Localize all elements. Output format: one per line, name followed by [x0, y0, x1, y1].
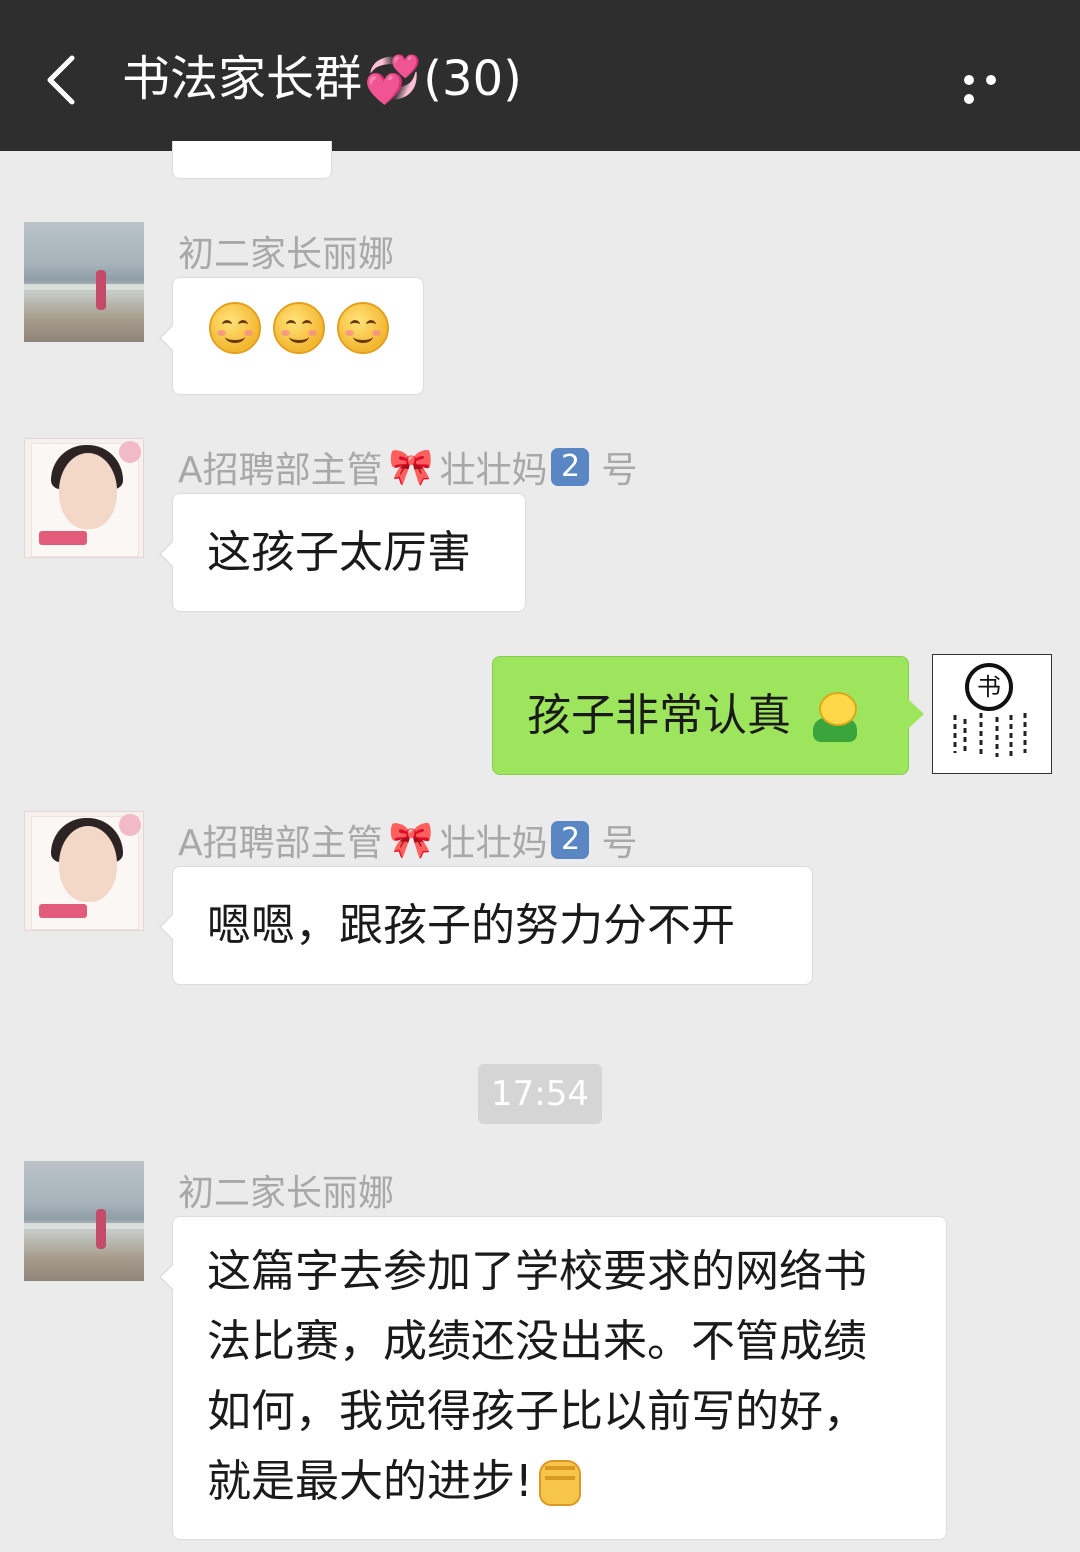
- chat-title: 书法家长群 💞 (30): [122, 46, 522, 112]
- member-count: (30): [423, 51, 522, 107]
- avatar[interactable]: [24, 811, 144, 931]
- number-badge: 2: [551, 448, 590, 486]
- previous-message-bubble: [172, 141, 332, 179]
- message-bubble[interactable]: 这篇字去参加了学校要求的网络书 法比赛，成绩还没出来。不管成绩 如何，我觉得孩子…: [159, 1216, 947, 1540]
- message-bubble[interactable]: 嗯嗯，跟孩子的努力分不开: [159, 866, 813, 985]
- avatar[interactable]: [24, 1161, 144, 1281]
- more-dots-icon[interactable]: [964, 70, 1024, 104]
- green-smiley-icon: [811, 692, 859, 744]
- sender-suffix: 号: [601, 450, 638, 491]
- two-hearts-icon: 💞: [364, 52, 422, 106]
- sender-nickname: 壮壮妈: [439, 450, 548, 491]
- message-bubble[interactable]: [159, 277, 424, 395]
- smiling-face-icon: [337, 302, 389, 354]
- timestamp: 17:54: [478, 1064, 602, 1124]
- smiling-face-icon: [273, 302, 325, 354]
- raised-fist-icon: [537, 1456, 585, 1508]
- message-line: 法比赛，成绩还没出来。不管成绩: [207, 1316, 867, 1367]
- message-text: 孩子非常认真: [527, 690, 791, 741]
- message-bubble-outgoing[interactable]: 孩子非常认真: [492, 656, 924, 775]
- message-line: 这篇字去参加了学校要求的网络书: [207, 1246, 867, 1297]
- sender-name: 初二家长丽娜: [178, 234, 395, 275]
- message-line: 如何，我觉得孩子比以前写的好，: [207, 1386, 867, 1437]
- my-avatar[interactable]: 书: [932, 654, 1052, 774]
- sender-name: A招聘部主管 🎀 壮壮妈 2 号: [178, 441, 638, 493]
- ribbon-icon: 🎀: [388, 447, 434, 488]
- avatar[interactable]: [24, 222, 144, 342]
- calligraphy-seal-icon: 书: [965, 663, 1013, 711]
- message-line-last: 就是最大的进步!: [207, 1447, 946, 1517]
- chat-header: 书法家长群 💞 (30): [0, 0, 1080, 151]
- avatar[interactable]: [24, 438, 144, 558]
- number-badge: 2: [551, 821, 590, 859]
- message-bubble[interactable]: 这孩子太厉害: [159, 493, 526, 612]
- sender-nickname: 壮壮妈: [439, 823, 548, 864]
- message-text: 这孩子太厉害: [207, 527, 471, 578]
- sender-title: A招聘部主管: [178, 823, 383, 864]
- ribbon-icon: 🎀: [388, 820, 434, 861]
- message-text: 嗯嗯，跟孩子的努力分不开: [207, 900, 735, 951]
- sender-title: A招聘部主管: [178, 450, 383, 491]
- calligraphy-strokes: [953, 713, 1027, 757]
- chevron-left-icon[interactable]: [38, 52, 94, 108]
- message-list[interactable]: 初二家长丽娜 A招聘部主管 🎀 壮壮妈 2 号 这孩子太厉害 孩子非常认真 书 …: [0, 141, 1080, 1552]
- sender-name: 初二家长丽娜: [178, 1173, 395, 1214]
- message-line: 就是最大的进步!: [207, 1456, 533, 1507]
- sender-suffix: 号: [601, 823, 638, 864]
- sender-name: A招聘部主管 🎀 壮壮妈 2 号: [178, 814, 638, 866]
- emoji-row: [209, 302, 423, 354]
- smiling-face-icon: [209, 302, 261, 354]
- group-name: 书法家长群: [122, 51, 363, 107]
